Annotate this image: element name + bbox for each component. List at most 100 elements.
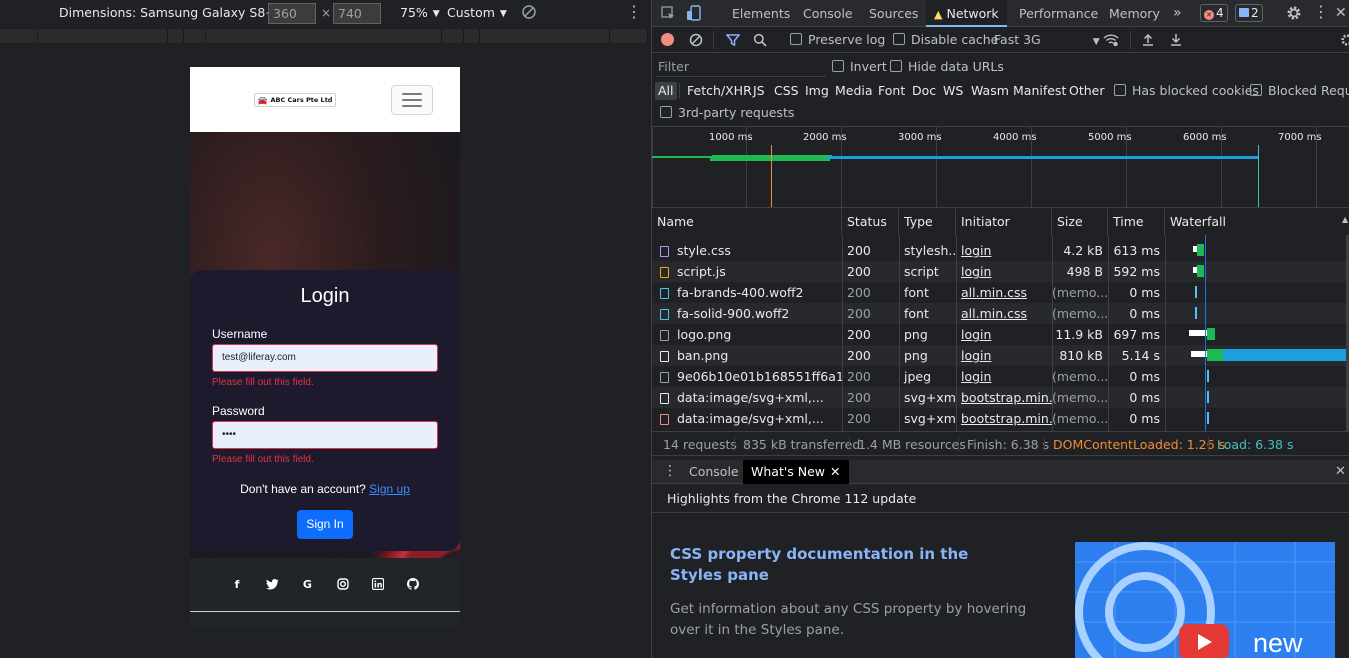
type-filter-doc[interactable]: Doc xyxy=(909,82,939,100)
inspect-element-icon[interactable] xyxy=(661,6,676,21)
tab-console[interactable]: Console xyxy=(803,0,853,27)
type-filter-ws[interactable]: WS xyxy=(940,82,966,100)
cell-initiator[interactable]: all.min.css xyxy=(956,303,1052,324)
tab-performance[interactable]: Performance xyxy=(1019,0,1098,27)
type-filter-media[interactable]: Media xyxy=(832,82,876,100)
media-query-ruler[interactable] xyxy=(0,29,648,43)
table-row[interactable]: data:image/svg+xml,... 200 svg+xml bootstra… xyxy=(652,387,1349,408)
tab-memory[interactable]: Memory xyxy=(1109,0,1160,27)
network-overview-timeline[interactable]: 1000 ms 2000 ms 3000 ms 4000 ms 5000 ms … xyxy=(652,126,1349,208)
cell-initiator[interactable]: login xyxy=(956,366,1052,387)
whats-new-video-thumbnail[interactable]: new xyxy=(1075,542,1335,658)
ruler-segment[interactable] xyxy=(184,29,206,43)
table-row[interactable]: script.js 200 script login 498 B 592 ms xyxy=(652,261,1349,282)
waterfall-ttfb-bar[interactable] xyxy=(1207,349,1224,361)
instagram-icon[interactable] xyxy=(336,577,350,591)
rotate-disabled-icon[interactable] xyxy=(521,4,537,20)
ruler-segment[interactable] xyxy=(38,29,168,43)
password-input[interactable]: •••• xyxy=(212,421,438,449)
close-devtools-icon[interactable]: ✕ xyxy=(1335,5,1347,21)
third-party-requests-checkbox[interactable]: 3rd-party requests xyxy=(660,105,794,120)
table-row[interactable]: logo.png 200 png login 11.9 kB 697 ms xyxy=(652,324,1349,345)
error-count-badge[interactable]: ✕ 4 xyxy=(1200,4,1228,22)
clear-icon[interactable] xyxy=(689,33,703,47)
cell-initiator[interactable]: all.min.css xyxy=(956,282,1052,303)
disable-cache-checkbox[interactable]: Disable cache xyxy=(893,32,998,47)
linkedin-icon[interactable] xyxy=(371,577,385,591)
type-filter-js[interactable]: JS xyxy=(750,82,768,100)
ruler-segment[interactable] xyxy=(610,29,648,43)
table-row[interactable]: data:image/svg+xml,... 200 svg+xml bootstra… xyxy=(652,408,1349,429)
cell-initiator[interactable]: login xyxy=(956,324,1052,345)
type-filter-wasm[interactable]: Wasm xyxy=(968,82,1012,100)
drawer-tab-console[interactable]: Console xyxy=(681,460,747,484)
waterfall-download-bar[interactable] xyxy=(1196,265,1204,277)
devtools-menu-icon[interactable]: ⋮ xyxy=(1313,4,1329,20)
ruler-segment[interactable] xyxy=(206,29,442,43)
waterfall-download-bar[interactable] xyxy=(1207,412,1210,424)
settings-gear-icon[interactable] xyxy=(1286,5,1302,21)
waterfall-download-bar[interactable] xyxy=(1207,328,1215,340)
hide-data-urls-checkbox[interactable]: Hide data URLs xyxy=(890,59,1004,74)
facebook-icon[interactable]: f xyxy=(230,577,244,591)
network-settings-gear-icon[interactable] xyxy=(1340,33,1349,47)
preserve-log-checkbox[interactable]: Preserve log xyxy=(790,32,885,47)
drawer-tab-whats-new[interactable]: What's New ✕ xyxy=(743,460,849,484)
waterfall-download-bar[interactable] xyxy=(1194,286,1197,298)
device-dimensions-dropdown[interactable]: Dimensions: Samsung Galaxy S8+▼ xyxy=(59,5,288,20)
close-drawer-icon[interactable]: ✕ xyxy=(1335,464,1346,479)
table-row[interactable]: fa-solid-900.woff2 200 font all.min.css (mem… xyxy=(652,303,1349,324)
type-filter-other[interactable]: Other xyxy=(1066,82,1108,100)
ruler-segment[interactable] xyxy=(464,29,480,43)
table-row[interactable]: style.css 200 stylesh... login 4.2 kB 613 ms xyxy=(652,240,1349,261)
cell-initiator[interactable]: bootstrap.min.... xyxy=(956,408,1052,429)
type-filter-all[interactable]: All xyxy=(655,82,677,100)
zoom-dropdown[interactable]: 75% ▼ xyxy=(400,5,440,20)
blocked-requests-checkbox[interactable]: Blocked Requests xyxy=(1250,83,1349,98)
record-stop-icon[interactable] xyxy=(661,33,674,46)
drawer-menu-icon[interactable]: ⋮ xyxy=(663,463,677,479)
signup-link[interactable]: Sign up xyxy=(369,482,410,496)
waterfall-download-bar[interactable] xyxy=(1207,391,1210,403)
ruler-segment[interactable] xyxy=(442,29,464,43)
import-har-icon[interactable] xyxy=(1142,33,1154,46)
tab-sources[interactable]: Sources xyxy=(869,0,918,27)
device-width-input[interactable]: 360 xyxy=(268,3,316,24)
invert-checkbox[interactable]: Invert xyxy=(832,59,887,74)
filter-funnel-icon[interactable] xyxy=(726,33,740,47)
table-row[interactable]: fa-brands-400.woff2 200 font all.min.css (me… xyxy=(652,282,1349,303)
export-har-icon[interactable] xyxy=(1170,33,1182,46)
cell-initiator[interactable]: login xyxy=(956,345,1052,366)
cell-initiator[interactable]: login xyxy=(956,240,1052,261)
github-icon[interactable] xyxy=(406,577,420,591)
column-header-size[interactable]: Size xyxy=(1052,209,1108,235)
waterfall-download-bar[interactable] xyxy=(1196,244,1204,256)
site-logo[interactable]: 🚘 ABC Cars Pte Ltd xyxy=(254,93,336,107)
table-row[interactable]: 9e06b10e01b168551ff6a1a9... 200 jpeg login(… xyxy=(652,366,1349,387)
column-header-type[interactable]: Type xyxy=(899,209,956,235)
table-row[interactable]: ban.png 200 png login 810 kB 5.14 s xyxy=(652,345,1349,366)
search-icon[interactable] xyxy=(753,33,767,47)
ruler-segment[interactable] xyxy=(168,29,184,43)
throttling-dropdown[interactable]: Fast 3G ▼ xyxy=(994,32,1100,47)
has-blocked-cookies-checkbox[interactable]: Has blocked cookies xyxy=(1114,83,1259,98)
column-header-status[interactable]: Status xyxy=(842,209,899,235)
more-options-icon[interactable]: ⋮ xyxy=(626,4,642,20)
twitter-icon[interactable] xyxy=(265,577,279,591)
cell-initiator[interactable]: login xyxy=(956,261,1052,282)
message-count-badge[interactable]: 2 xyxy=(1235,4,1263,22)
device-toolbar-toggle-icon[interactable] xyxy=(686,5,702,22)
waterfall-download-bar[interactable] xyxy=(1207,349,1346,361)
cell-initiator[interactable]: bootstrap.min.... xyxy=(956,387,1052,408)
type-filter-manifest[interactable]: Manifest xyxy=(1010,82,1069,100)
navbar-toggle-button[interactable] xyxy=(391,85,433,115)
type-filter-img[interactable]: Img xyxy=(802,82,832,100)
waterfall-download-bar[interactable] xyxy=(1194,307,1197,319)
type-filter-css[interactable]: CSS xyxy=(771,82,802,100)
google-icon[interactable]: G xyxy=(300,577,314,591)
username-input[interactable]: test@liferay.com xyxy=(212,344,438,372)
ruler-segment[interactable] xyxy=(480,29,610,43)
network-conditions-icon[interactable] xyxy=(1103,33,1119,47)
column-header-name[interactable]: Name xyxy=(652,209,842,235)
tab-network[interactable]: ▲ Network xyxy=(926,0,1007,27)
